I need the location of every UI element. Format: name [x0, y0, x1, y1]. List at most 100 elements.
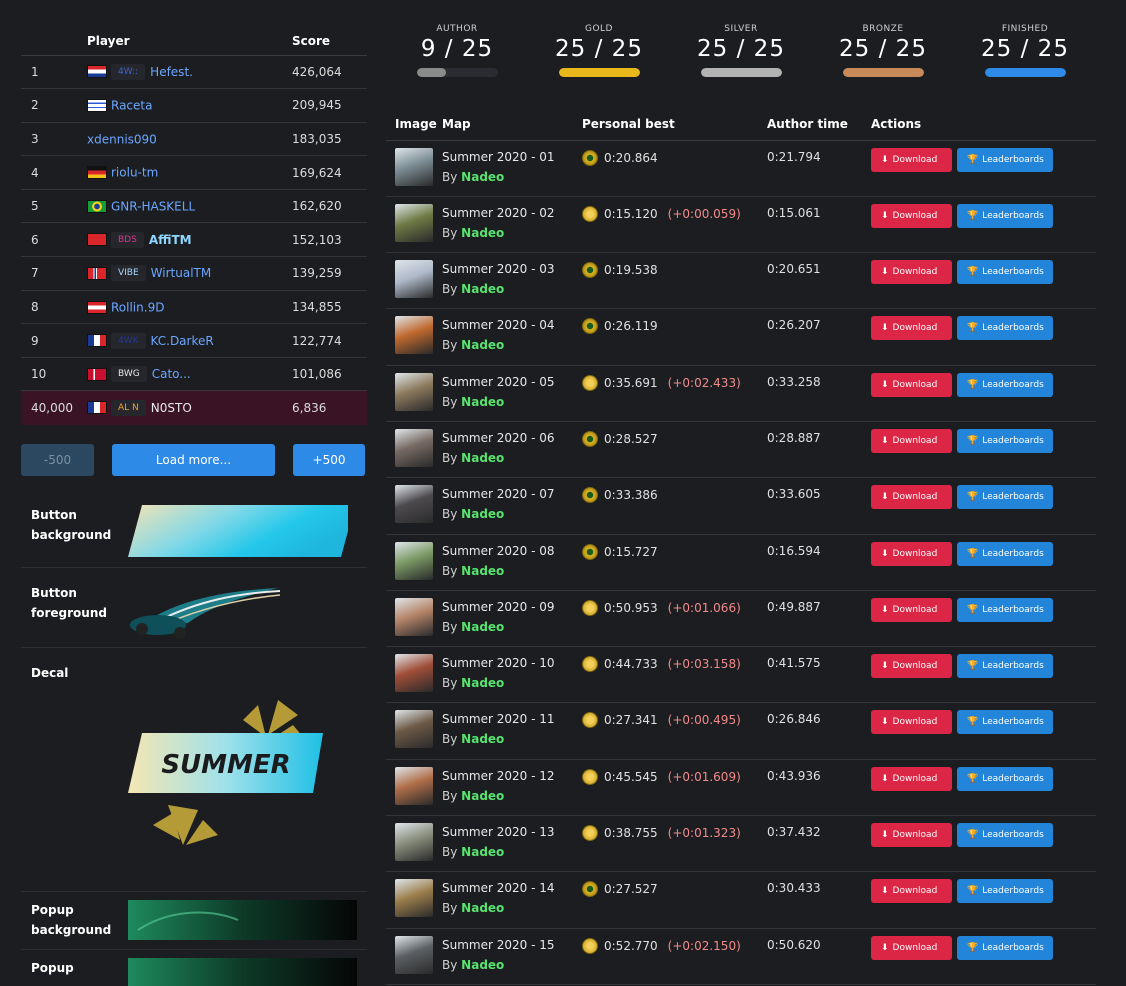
map-name[interactable]: Summer 2020 - 14 — [442, 881, 582, 895]
download-button[interactable]: ⬇ Download — [871, 597, 952, 622]
map-author-link[interactable]: Nadeo — [461, 226, 504, 240]
map-author-link[interactable]: Nadeo — [461, 732, 504, 746]
map-thumbnail[interactable] — [395, 597, 433, 636]
map-name[interactable]: Summer 2020 - 01 — [442, 150, 582, 164]
download-button[interactable]: ⬇ Download — [871, 710, 952, 735]
download-button[interactable]: ⬇ Download — [871, 485, 952, 510]
player-name-link[interactable]: N0STO — [151, 401, 192, 415]
leaderboards-button[interactable]: 🏆 Leaderboards — [957, 541, 1053, 566]
map-author-link[interactable]: Nadeo — [461, 958, 504, 972]
load-more-button[interactable]: Load more... — [112, 443, 275, 476]
map-thumbnail[interactable] — [395, 260, 433, 299]
map-thumbnail[interactable] — [395, 879, 433, 918]
download-button[interactable]: ⬇ Download — [871, 823, 952, 848]
map-name[interactable]: Summer 2020 - 11 — [442, 712, 582, 726]
map-thumbnail[interactable] — [395, 823, 433, 862]
download-button[interactable]: ⬇ Download — [871, 260, 952, 285]
map-thumbnail[interactable] — [395, 316, 433, 355]
player-name-link[interactable]: Hefest. — [150, 65, 193, 79]
player-name-link[interactable]: Rollin.9D — [111, 300, 164, 314]
leaderboards-button[interactable]: 🏆 Leaderboards — [957, 597, 1053, 622]
map-name[interactable]: Summer 2020 - 12 — [442, 769, 582, 783]
leaderboards-button[interactable]: 🏆 Leaderboards — [957, 766, 1053, 791]
map-name[interactable]: Summer 2020 - 13 — [442, 825, 582, 839]
leaderboards-label: Leaderboards — [982, 210, 1044, 221]
score-cell: 169,624 — [292, 155, 367, 190]
map-name[interactable]: Summer 2020 - 04 — [442, 318, 582, 332]
map-name[interactable]: Summer 2020 - 07 — [442, 487, 582, 501]
map-author-link[interactable]: Nadeo — [461, 845, 504, 859]
map-author-link[interactable]: Nadeo — [461, 901, 504, 915]
country-flag-icon — [87, 300, 107, 314]
map-author-link[interactable]: Nadeo — [461, 451, 504, 465]
map-author-link[interactable]: Nadeo — [461, 507, 504, 521]
map-thumbnail[interactable] — [395, 935, 433, 974]
map-name[interactable]: Summer 2020 - 03 — [442, 262, 582, 276]
download-button[interactable]: ⬇ Download — [871, 541, 952, 566]
leaderboards-button[interactable]: 🏆 Leaderboards — [957, 203, 1053, 228]
map-name[interactable]: Summer 2020 - 15 — [442, 938, 582, 952]
download-button[interactable]: ⬇ Download — [871, 654, 952, 679]
download-button[interactable]: ⬇ Download — [871, 316, 952, 341]
map-thumbnail[interactable] — [395, 654, 433, 693]
map-author-link[interactable]: Nadeo — [461, 620, 504, 634]
trophy-icon: 🏆 — [967, 717, 979, 728]
map-name[interactable]: Summer 2020 - 08 — [442, 544, 582, 558]
map-thumbnail[interactable] — [395, 147, 433, 186]
map-thumbnail[interactable] — [395, 766, 433, 805]
leaderboards-button[interactable]: 🏆 Leaderboards — [957, 935, 1053, 960]
player-name-link[interactable]: AffiTM — [149, 233, 192, 247]
map-name[interactable]: Summer 2020 - 10 — [442, 656, 582, 670]
prev-500-button[interactable]: -500 — [21, 443, 94, 476]
player-name-link[interactable]: KC.DarkeR — [151, 334, 214, 348]
player-name-link[interactable]: Cato... — [152, 367, 191, 381]
map-name[interactable]: Summer 2020 - 02 — [442, 206, 582, 220]
score-cell: 152,103 — [292, 222, 367, 258]
download-button[interactable]: ⬇ Download — [871, 147, 952, 172]
leaderboards-button[interactable]: 🏆 Leaderboards — [957, 823, 1053, 848]
download-button[interactable]: ⬇ Download — [871, 879, 952, 904]
leaderboards-button[interactable]: 🏆 Leaderboards — [957, 147, 1053, 172]
map-name[interactable]: Summer 2020 - 09 — [442, 600, 582, 614]
map-thumbnail[interactable] — [395, 428, 433, 467]
map-author-link[interactable]: Nadeo — [461, 170, 504, 184]
map-author-link[interactable]: Nadeo — [461, 395, 504, 409]
download-button[interactable]: ⬇ Download — [871, 766, 952, 791]
map-author-link[interactable]: Nadeo — [461, 789, 504, 803]
map-thumbnail[interactable] — [395, 710, 433, 749]
map-author-link[interactable]: Nadeo — [461, 564, 504, 578]
map-author-link[interactable]: Nadeo — [461, 338, 504, 352]
map-author-link[interactable]: Nadeo — [461, 676, 504, 690]
player-name-link[interactable]: xdennis090 — [87, 132, 157, 146]
leaderboards-button[interactable]: 🏆 Leaderboards — [957, 710, 1053, 735]
map-thumbnail[interactable] — [395, 485, 433, 524]
download-button[interactable]: ⬇ Download — [871, 935, 952, 960]
player-name-link[interactable]: riolu-tm — [111, 166, 158, 180]
country-flag-icon — [87, 401, 107, 415]
map-thumbnail[interactable] — [395, 203, 433, 242]
leaderboards-button[interactable]: 🏆 Leaderboards — [957, 372, 1053, 397]
score-column-header: Score — [292, 22, 367, 56]
by-label: By — [442, 282, 458, 297]
download-button[interactable]: ⬇ Download — [871, 428, 952, 453]
player-name-link[interactable]: WirtualTM — [151, 266, 212, 280]
leaderboards-button[interactable]: 🏆 Leaderboards — [957, 316, 1053, 341]
download-button[interactable]: ⬇ Download — [871, 372, 952, 397]
personal-best-cell: 0:15.120 (+0:00.059) — [582, 196, 767, 254]
map-thumbnail[interactable] — [395, 372, 433, 411]
leaderboards-button[interactable]: 🏆 Leaderboards — [957, 485, 1053, 510]
leaderboards-button[interactable]: 🏆 Leaderboards — [957, 879, 1053, 904]
leaderboards-button[interactable]: 🏆 Leaderboards — [957, 654, 1053, 679]
leaderboards-button[interactable]: 🏆 Leaderboards — [957, 428, 1053, 453]
actions-cell: ⬇ Download 🏆 Leaderboards — [871, 477, 1096, 535]
map-name[interactable]: Summer 2020 - 06 — [442, 431, 582, 445]
player-name-link[interactable]: GNR-HASKELL — [111, 199, 195, 213]
map-name[interactable]: Summer 2020 - 05 — [442, 375, 582, 389]
leaderboards-button[interactable]: 🏆 Leaderboards — [957, 260, 1053, 285]
map-thumbnail[interactable] — [395, 541, 433, 580]
map-author-link[interactable]: Nadeo — [461, 282, 504, 296]
player-name-link[interactable]: Raceta — [111, 99, 152, 113]
author-time-cell: 0:33.258 — [767, 365, 871, 422]
next-500-button[interactable]: +500 — [293, 443, 365, 476]
download-button[interactable]: ⬇ Download — [871, 203, 952, 228]
